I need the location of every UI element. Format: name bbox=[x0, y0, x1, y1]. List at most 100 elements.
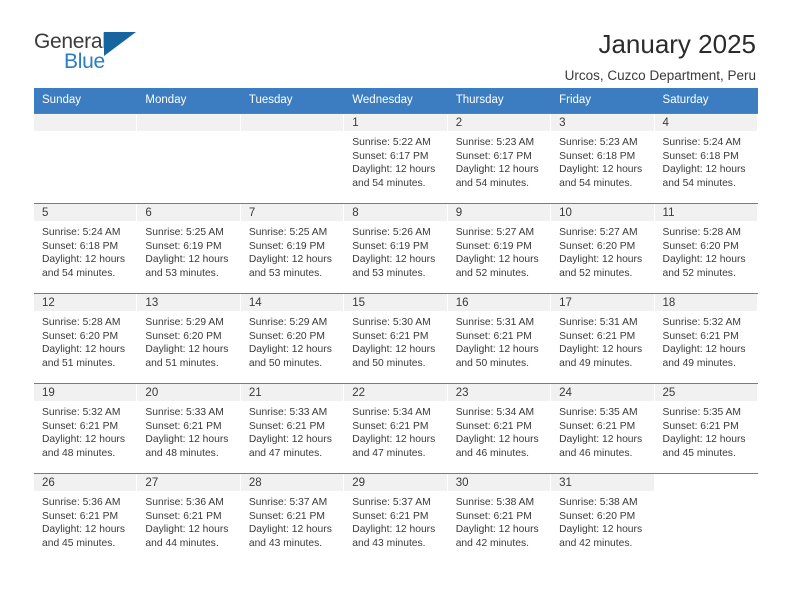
calendar-day-cell[interactable]: 28 Sunrise: 5:37 AM Sunset: 6:21 PM Dayligh… bbox=[240, 474, 345, 563]
sunset-text: Sunset: 6:18 PM bbox=[662, 150, 739, 162]
calendar-day-cell[interactable]: 30 Sunrise: 5:38 AM Sunset: 6:21 PM Dayligh… bbox=[447, 474, 552, 563]
day-number: 25 bbox=[654, 384, 757, 401]
daylight-text-line2: and 44 minutes. bbox=[145, 537, 219, 549]
day-number: 27 bbox=[137, 474, 240, 491]
sunrise-text: Sunrise: 5:36 AM bbox=[42, 497, 121, 508]
day-details: Sunrise: 5:34 AM Sunset: 6:21 PM Daylight:… bbox=[448, 401, 550, 460]
sunset-text: Sunset: 6:20 PM bbox=[559, 510, 636, 522]
calendar-day-cell[interactable]: 18 Sunrise: 5:32 AM Sunset: 6:21 PM Dayligh… bbox=[654, 294, 758, 383]
sunrise-text: Sunrise: 5:28 AM bbox=[42, 317, 121, 328]
sunrise-text: Sunrise: 5:35 AM bbox=[662, 407, 741, 418]
calendar-day-cell[interactable]: 2 Sunrise: 5:23 AM Sunset: 6:17 PM Daylight… bbox=[447, 114, 552, 203]
sunrise-text: Sunrise: 5:23 AM bbox=[559, 137, 638, 148]
daylight-text-line2: and 46 minutes. bbox=[559, 447, 633, 459]
calendar-day-cell[interactable]: 16 Sunrise: 5:31 AM Sunset: 6:21 PM Dayligh… bbox=[447, 294, 552, 383]
sunrise-text: Sunrise: 5:22 AM bbox=[352, 137, 431, 148]
daylight-text-line1: Daylight: 12 hours bbox=[455, 164, 539, 176]
day-number: 12 bbox=[34, 294, 137, 311]
calendar-day-cell[interactable]: 23 Sunrise: 5:34 AM Sunset: 6:21 PM Dayligh… bbox=[447, 384, 552, 473]
calendar-day-cell[interactable]: 12 Sunrise: 5:28 AM Sunset: 6:20 PM Dayligh… bbox=[34, 294, 138, 383]
calendar-day-cell[interactable]: 6 Sunrise: 5:25 AM Sunset: 6:19 PM Daylight… bbox=[137, 204, 241, 293]
calendar-day-cell[interactable]: 17 Sunrise: 5:31 AM Sunset: 6:21 PM Dayligh… bbox=[551, 294, 655, 383]
calendar-day-cell[interactable]: 19 Sunrise: 5:32 AM Sunset: 6:21 PM Dayligh… bbox=[34, 384, 138, 473]
calendar-day-cell[interactable]: 11 Sunrise: 5:28 AM Sunset: 6:20 PM Dayligh… bbox=[654, 204, 758, 293]
daylight-text-line1: Daylight: 12 hours bbox=[662, 164, 746, 176]
weekday-header-sunday: Sunday bbox=[42, 94, 82, 106]
calendar-day-cell[interactable]: 31 Sunrise: 5:38 AM Sunset: 6:20 PM Dayligh… bbox=[551, 474, 655, 563]
day-number bbox=[137, 114, 240, 131]
sunset-text: Sunset: 6:21 PM bbox=[662, 420, 739, 432]
calendar-day-cell[interactable]: 25 Sunrise: 5:35 AM Sunset: 6:21 PM Dayligh… bbox=[654, 384, 758, 473]
daylight-text-line1: Daylight: 12 hours bbox=[145, 434, 229, 446]
daylight-text-line1: Daylight: 12 hours bbox=[559, 254, 643, 266]
daylight-text-line1: Daylight: 12 hours bbox=[559, 524, 643, 536]
daylight-text-line2: and 42 minutes. bbox=[559, 537, 633, 549]
day-details: Sunrise: 5:33 AM Sunset: 6:21 PM Daylight:… bbox=[241, 401, 343, 460]
calendar-day-cell[interactable]: 29 Sunrise: 5:37 AM Sunset: 6:21 PM Dayligh… bbox=[344, 474, 448, 563]
calendar-day-cell[interactable]: 13 Sunrise: 5:29 AM Sunset: 6:20 PM Dayligh… bbox=[137, 294, 241, 383]
sunrise-text: Sunrise: 5:35 AM bbox=[559, 407, 638, 418]
sunset-text: Sunset: 6:21 PM bbox=[42, 510, 119, 522]
calendar-week-row: 19 Sunrise: 5:32 AM Sunset: 6:21 PM Dayligh… bbox=[34, 383, 758, 473]
calendar-day-cell[interactable]: 8 Sunrise: 5:26 AM Sunset: 6:19 PM Daylight… bbox=[344, 204, 448, 293]
sunrise-text: Sunrise: 5:34 AM bbox=[455, 407, 535, 418]
calendar-day-cell[interactable]: 20 Sunrise: 5:33 AM Sunset: 6:21 PM Dayligh… bbox=[137, 384, 241, 473]
calendar-day-cell[interactable]: 7 Sunrise: 5:25 AM Sunset: 6:19 PM Daylight… bbox=[240, 204, 345, 293]
day-number: 6 bbox=[137, 204, 240, 221]
day-details: Sunrise: 5:24 AM Sunset: 6:18 PM Daylight:… bbox=[34, 221, 136, 280]
calendar-day-cell[interactable]: 10 Sunrise: 5:27 AM Sunset: 6:20 PM Dayligh… bbox=[551, 204, 655, 293]
logo-text-blue: Blue bbox=[64, 50, 105, 73]
sunset-text: Sunset: 6:21 PM bbox=[248, 420, 325, 432]
calendar-day-cell[interactable]: 15 Sunrise: 5:30 AM Sunset: 6:21 PM Dayligh… bbox=[344, 294, 448, 383]
calendar-day-cell[interactable]: 21 Sunrise: 5:33 AM Sunset: 6:21 PM Dayligh… bbox=[240, 384, 345, 473]
calendar-day-cell[interactable]: 4 Sunrise: 5:24 AM Sunset: 6:18 PM Daylight… bbox=[654, 114, 758, 203]
sunset-text: Sunset: 6:19 PM bbox=[145, 240, 222, 252]
calendar-day-cell[interactable]: 9 Sunrise: 5:27 AM Sunset: 6:19 PM Daylight… bbox=[447, 204, 552, 293]
calendar-day-cell[interactable]: 1 Sunrise: 5:22 AM Sunset: 6:17 PM Daylight… bbox=[344, 114, 448, 203]
day-number: 3 bbox=[551, 114, 654, 131]
sunrise-text: Sunrise: 5:38 AM bbox=[455, 497, 535, 508]
general-blue-logo[interactable]: General Blue bbox=[34, 28, 154, 80]
daylight-text-line1: Daylight: 12 hours bbox=[662, 344, 746, 356]
sunset-text: Sunset: 6:21 PM bbox=[455, 420, 532, 432]
day-number: 13 bbox=[137, 294, 240, 311]
calendar-day-cell[interactable]: 22 Sunrise: 5:34 AM Sunset: 6:21 PM Dayligh… bbox=[344, 384, 448, 473]
calendar-day-cell[interactable]: 24 Sunrise: 5:35 AM Sunset: 6:21 PM Dayligh… bbox=[551, 384, 655, 473]
sunrise-text: Sunrise: 5:25 AM bbox=[145, 227, 224, 238]
daylight-text-line1: Daylight: 12 hours bbox=[352, 164, 436, 176]
daylight-text-line2: and 47 minutes. bbox=[248, 447, 323, 459]
daylight-text-line2: and 48 minutes. bbox=[42, 447, 116, 459]
weekday-header-saturday: Saturday bbox=[662, 94, 709, 106]
calendar-day-cell[interactable]: 26 Sunrise: 5:36 AM Sunset: 6:21 PM Dayligh… bbox=[34, 474, 138, 563]
calendar-week-row: 12 Sunrise: 5:28 AM Sunset: 6:20 PM Dayligh… bbox=[34, 293, 758, 383]
calendar-day-cell-empty bbox=[240, 114, 345, 203]
day-details: Sunrise: 5:28 AM Sunset: 6:20 PM Daylight:… bbox=[655, 221, 757, 280]
daylight-text-line2: and 53 minutes. bbox=[352, 267, 426, 279]
daylight-text-line1: Daylight: 12 hours bbox=[455, 524, 539, 536]
page-header: General Blue January 2025 Urcos, Cuzco D… bbox=[0, 0, 792, 83]
calendar-day-cell[interactable]: 5 Sunrise: 5:24 AM Sunset: 6:18 PM Daylight… bbox=[34, 204, 138, 293]
day-details: Sunrise: 5:27 AM Sunset: 6:20 PM Daylight:… bbox=[551, 221, 653, 280]
sunset-text: Sunset: 6:19 PM bbox=[455, 240, 532, 252]
daylight-text-line1: Daylight: 12 hours bbox=[248, 344, 332, 356]
calendar-day-cell[interactable]: 14 Sunrise: 5:29 AM Sunset: 6:20 PM Dayligh… bbox=[240, 294, 345, 383]
sunrise-text: Sunrise: 5:31 AM bbox=[455, 317, 535, 328]
sunrise-text: Sunrise: 5:27 AM bbox=[455, 227, 535, 238]
sunset-text: Sunset: 6:21 PM bbox=[352, 330, 429, 342]
sunrise-text: Sunrise: 5:27 AM bbox=[559, 227, 638, 238]
day-details: Sunrise: 5:37 AM Sunset: 6:21 PM Daylight:… bbox=[241, 491, 343, 550]
sunset-text: Sunset: 6:20 PM bbox=[248, 330, 325, 342]
sunset-text: Sunset: 6:20 PM bbox=[145, 330, 222, 342]
calendar-day-cell[interactable]: 3 Sunrise: 5:23 AM Sunset: 6:18 PM Daylight… bbox=[551, 114, 655, 203]
sunset-text: Sunset: 6:21 PM bbox=[662, 330, 739, 342]
day-number: 14 bbox=[240, 294, 344, 311]
calendar-day-cell[interactable]: 27 Sunrise: 5:36 AM Sunset: 6:21 PM Dayligh… bbox=[137, 474, 241, 563]
daylight-text-line1: Daylight: 12 hours bbox=[248, 524, 332, 536]
sunrise-text: Sunrise: 5:25 AM bbox=[248, 227, 328, 238]
sunset-text: Sunset: 6:19 PM bbox=[352, 240, 429, 252]
daylight-text-line1: Daylight: 12 hours bbox=[455, 434, 539, 446]
daylight-text-line2: and 50 minutes. bbox=[248, 357, 323, 369]
sunrise-text: Sunrise: 5:37 AM bbox=[352, 497, 431, 508]
sunset-text: Sunset: 6:21 PM bbox=[559, 330, 636, 342]
sunset-text: Sunset: 6:17 PM bbox=[352, 150, 429, 162]
